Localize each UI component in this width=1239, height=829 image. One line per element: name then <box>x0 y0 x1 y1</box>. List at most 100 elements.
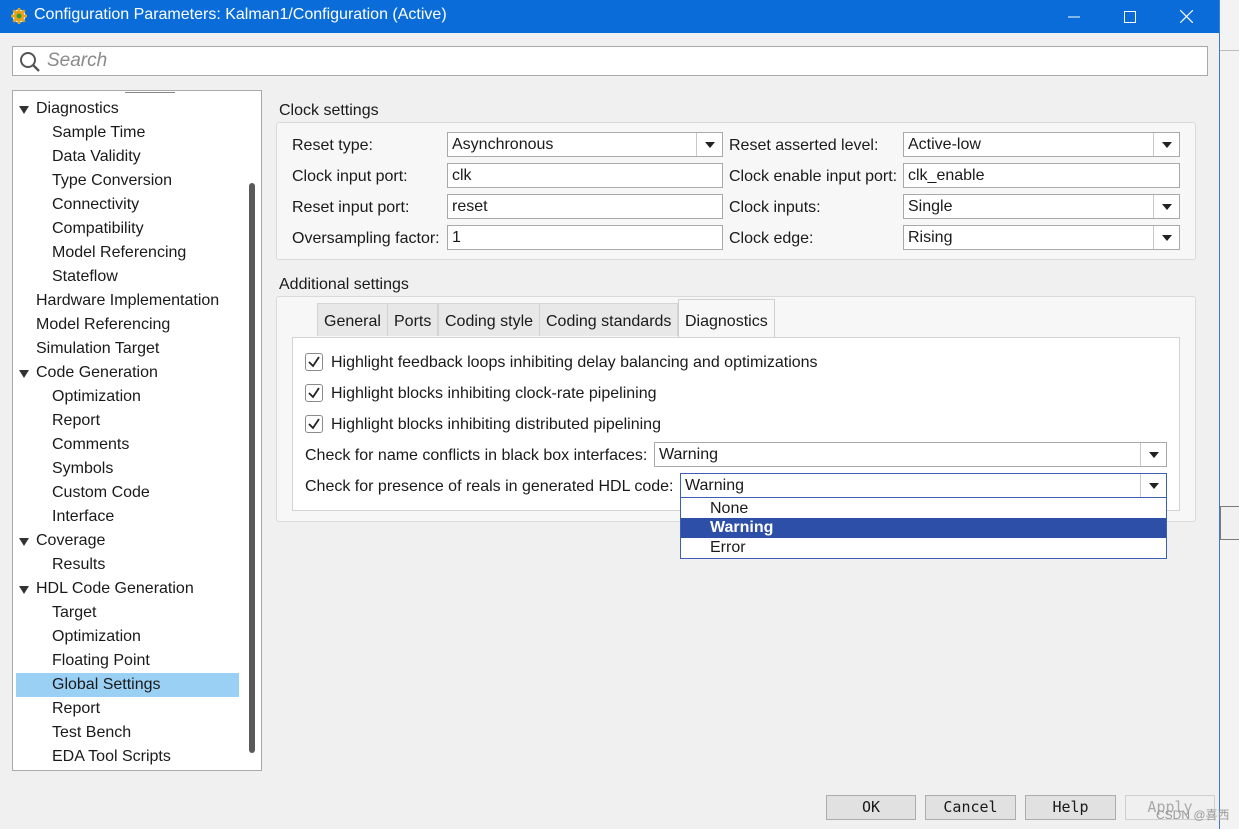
clock-input-port-field[interactable]: clk <box>447 163 723 188</box>
reals-check-select[interactable]: Warning <box>680 473 1167 498</box>
tree-item-floating-point[interactable]: Floating Point <box>13 649 235 673</box>
tree-item-sample-time[interactable]: Sample Time <box>13 121 235 145</box>
tree-item-optimization[interactable]: Optimization <box>13 625 235 649</box>
reset-asserted-level-select[interactable]: Active-low <box>903 132 1180 157</box>
background-window <box>1220 0 1239 829</box>
cancel-button[interactable]: Cancel <box>925 795 1016 820</box>
tab-diagnostics[interactable]: Diagnostics <box>678 299 775 337</box>
chevron-down-icon[interactable] <box>1140 443 1166 466</box>
expand-arrow-icon[interactable] <box>19 586 29 594</box>
dropdown-option-none[interactable]: None <box>681 499 1166 519</box>
tree-scrollbar[interactable] <box>249 183 255 753</box>
configuration-dialog: Configuration Parameters: Kalman1/Config… <box>0 0 1220 829</box>
tree-item-label: Type Conversion <box>52 172 173 189</box>
search-input[interactable] <box>47 49 1197 73</box>
chevron-down-icon[interactable] <box>1140 474 1166 497</box>
tree-item-label: Code Generation <box>36 364 158 381</box>
tab-coding-style[interactable]: Coding style <box>438 303 541 336</box>
minimize-button[interactable] <box>1046 0 1102 33</box>
tree-item-diagnostics[interactable]: Diagnostics <box>13 97 235 121</box>
checkbox-distributed-pipelining-label[interactable]: Highlight blocks inhibiting distributed … <box>331 416 661 434</box>
tree-item-target[interactable]: Target <box>13 601 235 625</box>
help-button[interactable]: Help <box>1025 795 1116 820</box>
ok-button[interactable]: OK <box>826 795 916 820</box>
clock-edge-value: Rising <box>908 229 953 246</box>
tree-item-symbols[interactable]: Symbols <box>13 457 235 481</box>
tree-item-type-conversion[interactable]: Type Conversion <box>13 169 235 193</box>
clock-inputs-select[interactable]: Single <box>903 194 1180 219</box>
oversampling-factor-field[interactable]: 1 <box>447 225 723 250</box>
reals-check-dropdown-list[interactable]: None Warning Error <box>680 497 1167 559</box>
reset-asserted-level-value: Active-low <box>908 136 981 153</box>
tab-ports[interactable]: Ports <box>387 303 439 336</box>
tree-item-comments[interactable]: Comments <box>13 433 235 457</box>
title-bar[interactable]: Configuration Parameters: Kalman1/Config… <box>0 0 1219 33</box>
tree-item-label: EDA Tool Scripts <box>52 748 171 765</box>
tree-item-model-referencing[interactable]: Model Referencing <box>13 313 235 337</box>
tree-item-label: Model Referencing <box>52 244 187 261</box>
tree-item-label: Model Referencing <box>36 316 171 333</box>
dropdown-option-error[interactable]: Error <box>681 538 1166 558</box>
tree-item-interface[interactable]: Interface <box>13 505 235 529</box>
tree-item-global-settings[interactable]: Global Settings <box>13 673 235 697</box>
checkbox-clock-rate-pipelining[interactable] <box>305 384 323 402</box>
tree-item-label: Custom Code <box>52 484 150 501</box>
tree-item-hardware-implementation[interactable]: Hardware Implementation <box>13 289 235 313</box>
name-conflicts-label: Check for name conflicts in black box in… <box>305 447 648 464</box>
tree-item-label: Sample Time <box>52 124 146 141</box>
tree-item-test-bench[interactable]: Test Bench <box>13 721 235 745</box>
tree-item-label: Optimization <box>52 388 141 405</box>
tree-item-label: Report <box>52 412 101 429</box>
tree-item-simulation-target[interactable]: Simulation Target <box>13 337 235 361</box>
tree-item-data-validity[interactable]: Data Validity <box>13 145 235 169</box>
clock-edge-select[interactable]: Rising <box>903 225 1180 250</box>
search-box[interactable] <box>12 46 1208 76</box>
chevron-down-icon[interactable] <box>1153 195 1179 218</box>
tree-item-optimization[interactable]: Optimization <box>13 385 235 409</box>
tree-item-connectivity[interactable]: Connectivity <box>13 193 235 217</box>
tree-item-hdl-code-generation[interactable]: HDL Code Generation <box>13 577 235 601</box>
tree-item-results[interactable]: Results <box>13 553 235 577</box>
tree-item-label: Data Validity <box>52 148 141 165</box>
tree-item-stateflow[interactable]: Stateflow <box>13 265 235 289</box>
tree-item-code-generation[interactable]: Code Generation <box>13 361 235 385</box>
tree-item-coverage[interactable]: Coverage <box>13 529 235 553</box>
close-button[interactable] <box>1158 0 1214 33</box>
tree-item-report[interactable]: Report <box>13 697 235 721</box>
tree-item-label: HDL Code Generation <box>36 580 194 597</box>
tree-item-eda-tool-scripts[interactable]: EDA Tool Scripts <box>13 745 235 769</box>
expand-arrow-icon[interactable] <box>19 106 29 114</box>
tree-item-label: Report <box>52 700 101 717</box>
dropdown-option-warning[interactable]: Warning <box>681 518 1166 538</box>
tree-item-compatibility[interactable]: Compatibility <box>13 217 235 241</box>
tree-item-report[interactable]: Report <box>13 409 235 433</box>
chevron-down-icon[interactable] <box>1153 133 1179 156</box>
category-tree[interactable]: Diagnostics Sample Time Data Validity Type … <box>12 90 262 771</box>
checkbox-clock-rate-pipelining-label[interactable]: Highlight blocks inhibiting clock-rate p… <box>331 385 657 403</box>
background-divider <box>1220 50 1239 51</box>
clock-edge-label: Clock edge: <box>729 230 814 247</box>
tab-coding-standards[interactable]: Coding standards <box>539 303 679 336</box>
tab-general[interactable]: General <box>317 303 388 336</box>
simulink-gear-icon <box>10 7 28 25</box>
tree-item-custom-code[interactable]: Custom Code <box>13 481 235 505</box>
reset-input-port-field[interactable]: reset <box>447 194 723 219</box>
chevron-down-icon[interactable] <box>1153 226 1179 249</box>
expand-arrow-icon[interactable] <box>19 538 29 546</box>
expand-arrow-icon[interactable] <box>19 370 29 378</box>
reset-input-port-label: Reset input port: <box>292 199 410 216</box>
reset-type-select[interactable]: Asynchronous <box>447 132 723 157</box>
minimize-icon <box>1068 16 1080 17</box>
tree-item-model-referencing[interactable]: Model Referencing <box>13 241 235 265</box>
checkbox-feedback-loops-label[interactable]: Highlight feedback loops inhibiting dela… <box>331 354 818 372</box>
name-conflicts-select[interactable]: Warning <box>654 442 1167 467</box>
clock-enable-input-port-field[interactable]: clk_enable <box>903 163 1180 188</box>
chevron-down-icon[interactable] <box>696 133 722 156</box>
oversampling-factor-label: Oversampling factor: <box>292 230 440 247</box>
background-control <box>1220 506 1239 540</box>
maximize-button[interactable] <box>1102 0 1158 33</box>
clock-settings-title: Clock settings <box>279 102 379 119</box>
checkbox-feedback-loops[interactable] <box>305 353 323 371</box>
checkbox-distributed-pipelining[interactable] <box>305 415 323 433</box>
tree-item-label: Results <box>52 556 106 573</box>
